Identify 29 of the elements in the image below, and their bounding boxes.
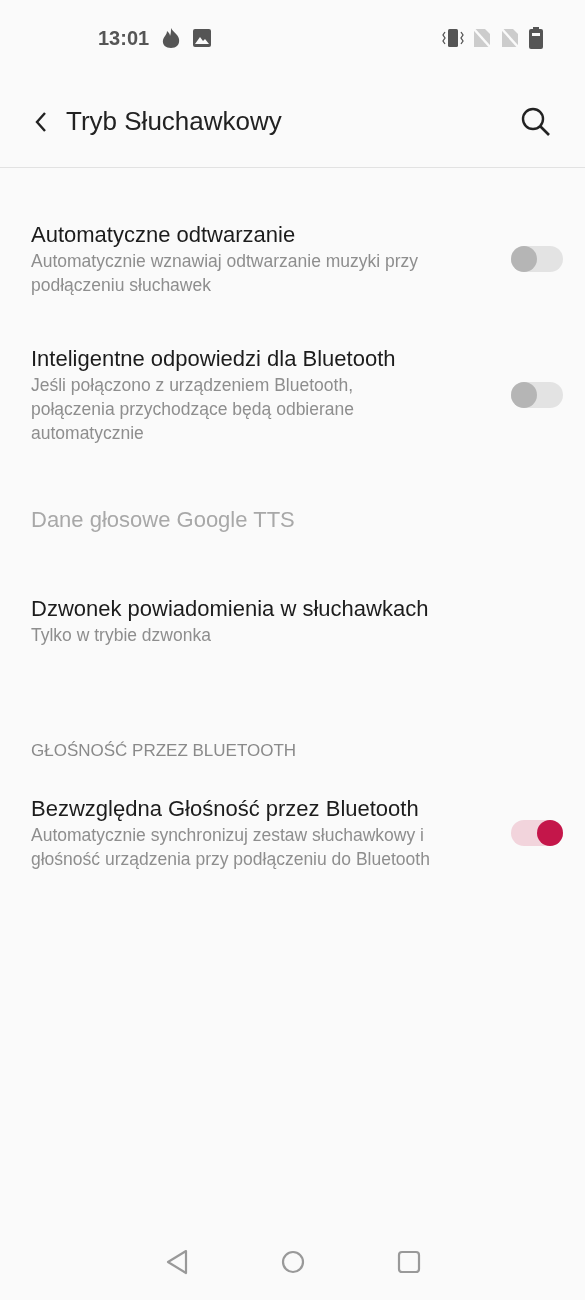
no-sim-icon [473, 28, 491, 48]
setting-title: Dane głosowe Google TTS [31, 506, 296, 534]
status-time: 13:01 [98, 26, 150, 51]
toggle-switch[interactable] [511, 246, 563, 272]
toggle-switch[interactable] [511, 382, 563, 408]
no-sim-icon [501, 28, 519, 48]
setting-title: Automatyczne odtwarzanie [31, 221, 297, 249]
back-icon[interactable] [34, 110, 48, 133]
home-icon[interactable] [280, 1250, 305, 1274]
battery-icon [529, 27, 543, 49]
setting-summary: Automatycznie synchronizuj zestaw słuchawkowy i głośność urządzenia przy podłączeniu do Bluetooth [31, 824, 431, 871]
setting-row[interactable]: Inteligentne odpowiedzi dla Bluetooth Jeśli połączono z urządzeniem Bluetooth, połączenia przychodzące będą odbierane automatycznie [0, 321, 585, 469]
image-icon [193, 29, 212, 47]
setting-row[interactable]: Bezwzględna Głośność przez Bluetooth Automatycznie synchronizuj zestaw słuchawkowy i głośność urządzenia przy podłączeniu do Bluetooth [0, 771, 585, 895]
setting-title: Dzwonek powiadomienia w słuchawkach [31, 595, 430, 623]
setting-title: Inteligentne odpowiedzi dla Bluetooth [31, 345, 397, 373]
setting-row[interactable]: Automatyczne odtwarzanie Automatycznie wznawiaj odtwarzanie muzyki przy podłączeniu słuchawek [0, 197, 585, 321]
toggle-switch[interactable] [511, 820, 563, 846]
setting-title: Bezwzględna Głośność przez Bluetooth [31, 795, 420, 823]
search-icon[interactable] [521, 106, 551, 137]
setting-summary: Automatycznie wznawiaj odtwarzanie muzyki przy podłączeniu słuchawek [31, 250, 420, 297]
screen-title: Tryb Słuchawkowy [66, 105, 282, 138]
flame-icon [161, 27, 182, 49]
setting-summary: Jeśli połączono z urządzeniem Bluetooth, połączenia przychodzące będą odbierane automatycznie [31, 374, 355, 445]
recents-icon[interactable] [396, 1250, 421, 1274]
setting-row[interactable]: Dzwonek powiadomienia w słuchawkach Tylko w trybie dzwonka [0, 571, 585, 671]
setting-summary: Tylko w trybie dzwonka [31, 624, 212, 647]
vibrate-icon [442, 28, 464, 48]
section-header: GŁOŚNOŚĆ PRZEZ BLUETOOTH [31, 741, 297, 760]
